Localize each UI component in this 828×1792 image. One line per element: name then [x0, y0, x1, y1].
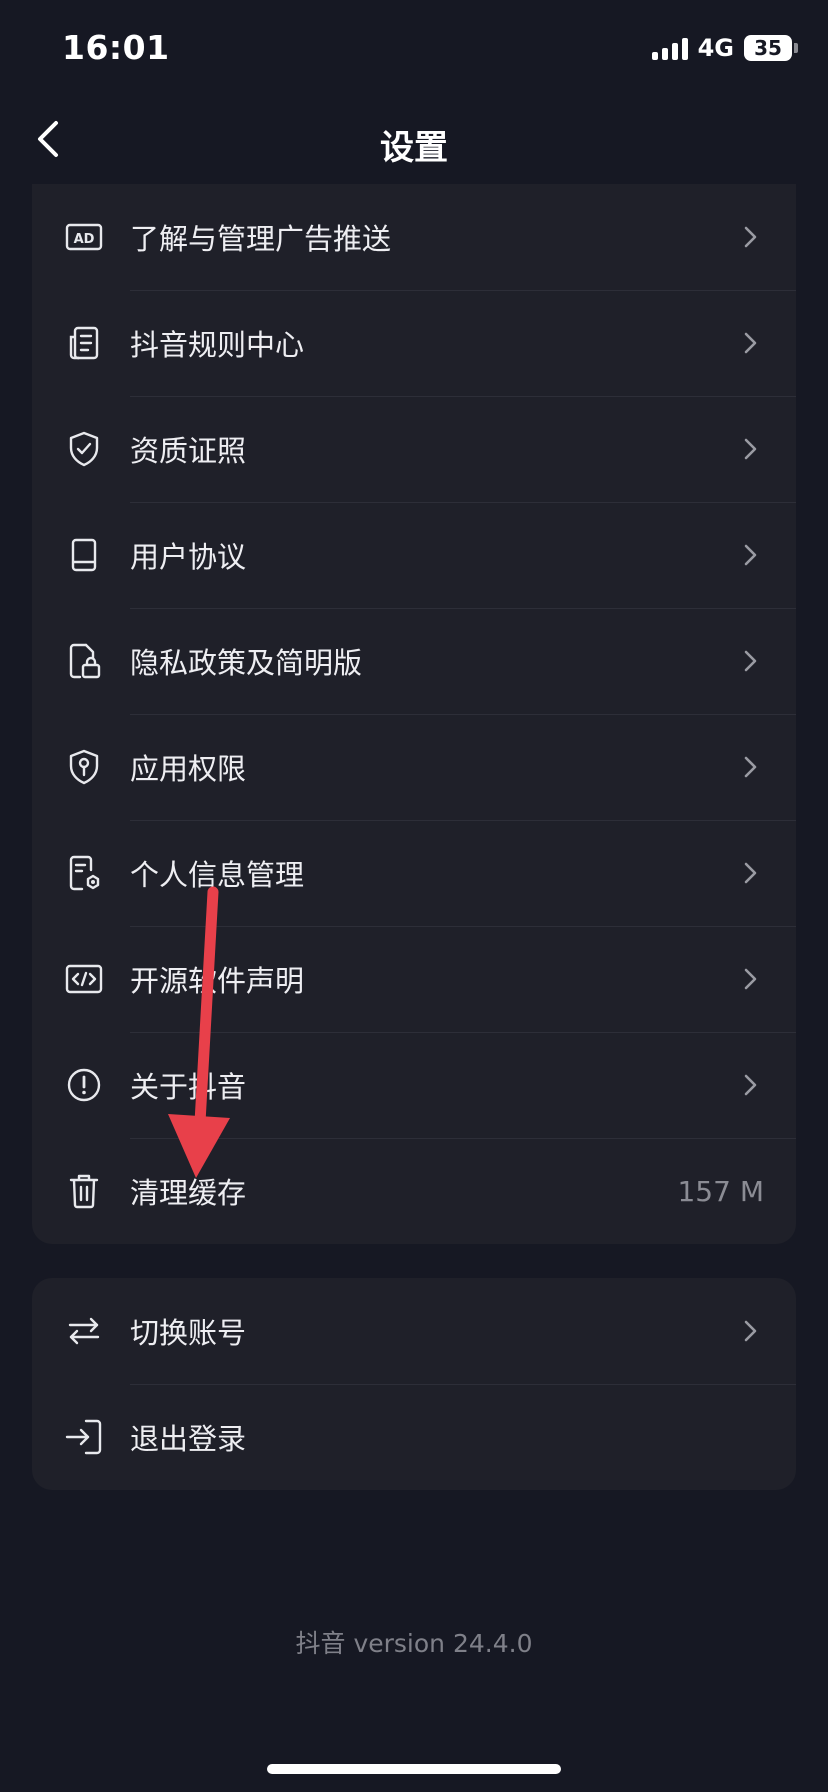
settings-item-app-permissions[interactable]: 应用权限	[32, 714, 796, 820]
file-gear-icon	[64, 853, 104, 893]
settings-item-qualifications[interactable]: 资质证照	[32, 396, 796, 502]
home-indicator[interactable]	[267, 1764, 561, 1774]
account-item-label: 切换账号	[130, 1316, 247, 1350]
settings-item-ad-management[interactable]: AD 了解与管理广告推送	[32, 184, 796, 290]
settings-item-label: 资质证照	[130, 434, 247, 468]
page-title: 设置	[380, 128, 448, 168]
chevron-right-icon	[738, 225, 762, 249]
book-icon	[64, 535, 104, 575]
settings-item-label: 抖音规则中心	[130, 328, 305, 362]
status-time: 16:01	[62, 28, 170, 67]
settings-item-label: 清理缓存	[130, 1176, 247, 1210]
settings-item-label: 隐私政策及简明版	[130, 646, 363, 680]
account-item-logout[interactable]: 退出登录	[32, 1384, 796, 1490]
account-item-label: 退出登录	[130, 1422, 247, 1456]
battery-level: 35	[744, 35, 792, 61]
network-type: 4G	[697, 34, 734, 62]
chevron-right-icon	[738, 1319, 762, 1343]
settings-item-label: 开源软件声明	[130, 964, 305, 998]
file-lock-icon	[64, 641, 104, 681]
shield-key-icon	[64, 747, 104, 787]
status-indicators: 4G 35	[651, 34, 798, 62]
settings-item-label: 了解与管理广告推送	[130, 222, 392, 256]
settings-item-personal-info[interactable]: 个人信息管理	[32, 820, 796, 926]
status-bar: 16:01 4G 35	[0, 0, 828, 100]
cache-size: 157 M	[677, 1174, 764, 1208]
svg-text:AD: AD	[74, 232, 95, 247]
settings-item-rules-center[interactable]: 抖音规则中心	[32, 290, 796, 396]
settings-item-label: 关于抖音	[130, 1070, 247, 1104]
signal-icon	[651, 36, 688, 60]
navigation-bar: 设置	[0, 100, 828, 180]
settings-list: AD 了解与管理广告推送 抖音规则中心 资质证照 用户协议 隐私政策及简明版 应…	[32, 184, 796, 1244]
settings-item-label: 应用权限	[130, 752, 247, 786]
info-circle-icon	[64, 1065, 104, 1105]
trash-icon	[64, 1171, 104, 1211]
settings-item-label: 用户协议	[130, 540, 247, 574]
chevron-right-icon	[738, 1073, 762, 1097]
account-list: 切换账号 退出登录	[32, 1278, 796, 1490]
ad-icon: AD	[64, 217, 104, 257]
chevron-right-icon	[738, 967, 762, 991]
settings-item-user-agreement[interactable]: 用户协议	[32, 502, 796, 608]
document-list-icon	[64, 323, 104, 363]
settings-item-open-source[interactable]: 开源软件声明	[32, 926, 796, 1032]
chevron-right-icon	[738, 861, 762, 885]
chevron-right-icon	[738, 543, 762, 567]
settings-item-clear-cache[interactable]: 清理缓存 157 M	[32, 1138, 796, 1244]
settings-item-privacy-policy[interactable]: 隐私政策及简明版	[32, 608, 796, 714]
account-item-switch[interactable]: 切换账号	[32, 1278, 796, 1384]
swap-icon	[64, 1311, 104, 1351]
battery-icon: 35	[744, 35, 798, 61]
chevron-right-icon	[738, 437, 762, 461]
code-icon	[64, 959, 104, 999]
logout-icon	[64, 1417, 104, 1457]
settings-item-label: 个人信息管理	[130, 858, 305, 892]
settings-item-about[interactable]: 关于抖音	[32, 1032, 796, 1138]
app-version: 抖音 version 24.4.0	[295, 1629, 533, 1658]
chevron-right-icon	[738, 755, 762, 779]
shield-check-icon	[64, 429, 104, 469]
chevron-right-icon	[738, 331, 762, 355]
chevron-right-icon	[738, 649, 762, 673]
